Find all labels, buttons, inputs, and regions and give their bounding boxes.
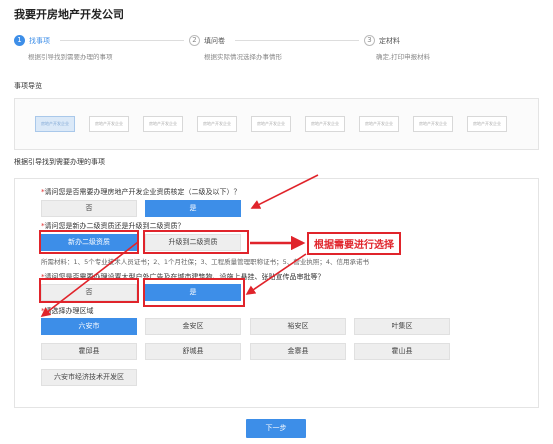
- step-2-number: 2: [189, 35, 200, 46]
- nav-panel: 房地产开发企业 房地产开发企业 房地产开发企业 房地产开发企业 房地产开发企业 …: [14, 98, 539, 150]
- annotation-box: [39, 230, 139, 254]
- step-2-desc: 根据实际情况选择办事情形: [204, 53, 282, 61]
- step-3-label: 定材料: [379, 37, 400, 45]
- nav-item[interactable]: 房地产开发企业: [251, 116, 291, 132]
- nav-item[interactable]: 房地产开发企业: [359, 116, 399, 132]
- nav-item[interactable]: 房地产开发企业: [35, 116, 75, 132]
- step-3-desc: 确定,打印申报材料: [376, 53, 431, 61]
- question-1-option-no[interactable]: 否: [41, 200, 137, 217]
- nav-item[interactable]: 房地产开发企业: [89, 116, 129, 132]
- step-3-number: 3: [364, 35, 375, 46]
- guide-section-title: 根据引导找到需要办理的事项: [14, 158, 105, 166]
- nav-track: 房地产开发企业 房地产开发企业 房地产开发企业 房地产开发企业 房地产开发企业 …: [35, 116, 525, 132]
- nav-item[interactable]: 房地产开发企业: [413, 116, 453, 132]
- step-connector-1: [60, 40, 184, 41]
- district-option[interactable]: 霍山县: [354, 343, 450, 360]
- district-option[interactable]: 金安区: [145, 318, 241, 335]
- required-materials-text: 所需材料：1、5个专业技术人员证书；2、1个月社保；3、工程质量管理职称证书；5…: [41, 258, 369, 266]
- step-1-number: 1: [14, 35, 25, 46]
- step-progress: 1 找事项 根据引导找到需要办理的事项 2 填问卷 根据实际情况选择办事情形 3…: [14, 35, 539, 65]
- nav-item[interactable]: 房地产开发企业: [467, 116, 507, 132]
- annotation-box: [143, 230, 249, 254]
- question-2-label: 请问您是新办二级资质还是升级到二级资质？: [44, 222, 185, 230]
- district-option[interactable]: 叶集区: [354, 318, 450, 335]
- district-option[interactable]: 六安市经济技术开发区: [41, 369, 137, 386]
- annotation-label: 根据需要进行选择: [307, 232, 401, 255]
- annotation-box: [143, 278, 245, 307]
- annotation-box: [39, 278, 139, 303]
- district-option[interactable]: 六安市: [41, 318, 137, 335]
- question-1-option-yes[interactable]: 是: [145, 200, 241, 217]
- nav-item[interactable]: 房地产开发企业: [305, 116, 345, 132]
- nav-section-title: 事项导览: [14, 82, 42, 90]
- nav-item[interactable]: 房地产开发企业: [197, 116, 237, 132]
- next-step-button[interactable]: 下一步: [246, 419, 306, 438]
- district-question-label: 请选择办理区域: [44, 307, 94, 315]
- step-connector-2: [235, 40, 359, 41]
- district-option[interactable]: 金寨县: [250, 343, 346, 360]
- step-2-label: 填问卷: [204, 37, 225, 45]
- step-1-label: 找事项: [29, 37, 50, 45]
- district-option[interactable]: 裕安区: [250, 318, 346, 335]
- page-title: 我要开房地产开发公司: [14, 8, 124, 21]
- district-option[interactable]: 霍邱县: [41, 343, 137, 360]
- question-1-label: 请问您是否需要办理房地产开发企业资质核定（二级及以下）？: [44, 188, 241, 196]
- district-option[interactable]: 舒城县: [145, 343, 241, 360]
- nav-item[interactable]: 房地产开发企业: [143, 116, 183, 132]
- district-question-text: *请选择办理区域: [41, 306, 94, 316]
- question-1-text: *请问您是否需要办理房地产开发企业资质核定（二级及以下）？: [41, 187, 241, 197]
- step-1-desc: 根据引导找到需要办理的事项: [28, 53, 113, 61]
